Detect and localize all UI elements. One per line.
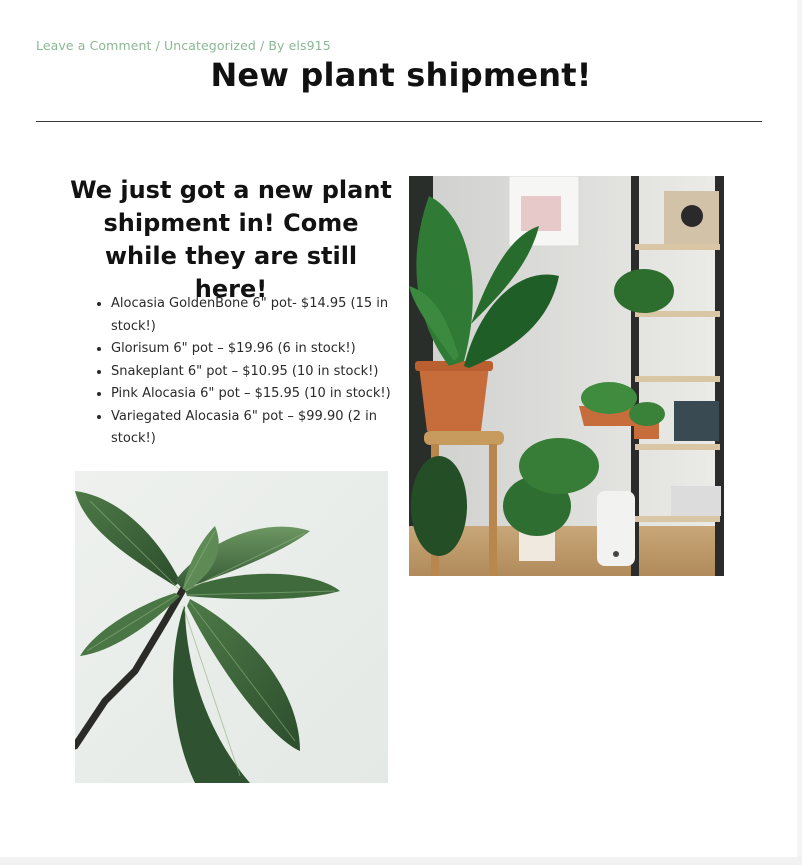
meta-separator: /: [255, 38, 269, 53]
list-item: Variegated Alocasia 6" pot – $99.90 (2 i…: [111, 406, 411, 451]
title-divider: [36, 121, 762, 122]
category-link[interactable]: Uncategorized: [164, 38, 256, 53]
page-footer-strip: [0, 857, 802, 865]
post-meta: Leave a Comment / Uncategorized / By els…: [36, 38, 331, 53]
list-item: Alocasia GoldenBone 6" pot- $14.95 (15 i…: [111, 293, 411, 338]
blog-post-page: Leave a Comment / Uncategorized / By els…: [0, 0, 802, 865]
post-title: New plant shipment!: [210, 56, 592, 94]
meta-separator: /: [151, 38, 165, 53]
author-link[interactable]: els915: [289, 38, 331, 53]
leave-comment-link[interactable]: Leave a Comment: [36, 38, 152, 53]
fiddle-leaf-fig-photo: [75, 471, 388, 783]
stock-list: Alocasia GoldenBone 6" pot- $14.95 (15 i…: [77, 293, 411, 451]
list-item: Glorisum 6" pot – $19.96 (6 in stock!): [111, 338, 411, 361]
list-item: Pink Alocasia 6" pot – $15.95 (10 in sto…: [111, 383, 411, 406]
post-subheading: We just got a new plant shipment in! Com…: [70, 176, 392, 303]
author-prefix: By: [268, 38, 289, 53]
list-item: Snakeplant 6" pot – $10.95 (10 in stock!…: [111, 361, 411, 384]
plant-room-photo: [409, 176, 724, 576]
scrollbar-track[interactable]: [797, 0, 802, 857]
